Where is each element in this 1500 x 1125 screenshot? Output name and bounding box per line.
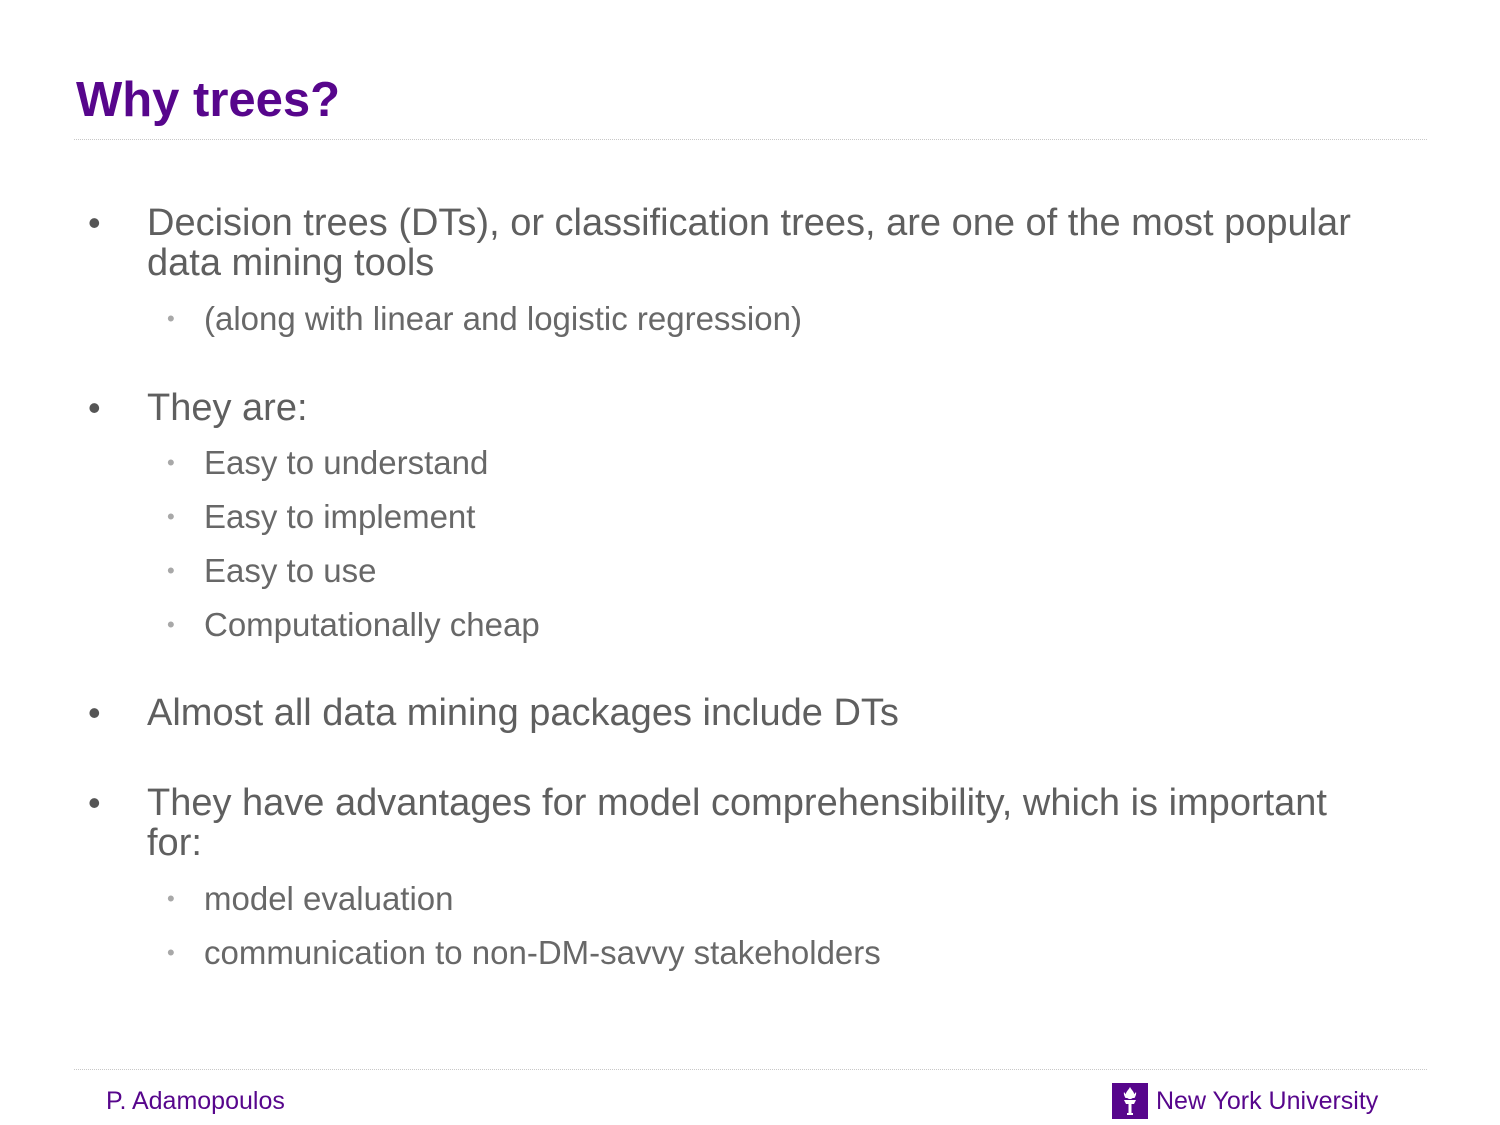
bullet-text: Decision trees (DTs), or classification … [147, 202, 1351, 284]
bullet-dot: • [88, 387, 101, 428]
university-name: New York University [1156, 1087, 1379, 1115]
sub-bullet-text: (along with linear and logistic regressi… [204, 300, 802, 337]
sub-bullet-text: communication to non-DM-savvy stakeholde… [204, 934, 881, 971]
sub-bullet-dot: • [167, 612, 175, 637]
title-divider [74, 139, 1427, 140]
sub-bullet-dot: • [167, 886, 175, 911]
sub-bullet-text: Easy to use [204, 552, 377, 589]
university-logo: New York University [1112, 1082, 1378, 1120]
sub-bullet-text: Computationally cheap [204, 606, 540, 643]
footer-author: P. Adamopoulos [106, 1087, 285, 1115]
bullet-text: They are: [147, 387, 308, 429]
sub-bullet-dot: • [167, 450, 175, 475]
bullet-text: They have advantages for model comprehen… [147, 782, 1327, 864]
sub-bullet-dot: • [167, 306, 175, 331]
sub-bullet-dot: • [167, 558, 175, 583]
footer-divider [74, 1069, 1427, 1070]
sub-bullet-dot: • [167, 504, 175, 529]
sub-bullet-text: Easy to understand [204, 444, 489, 481]
sub-bullet-dot: • [167, 940, 175, 965]
slide-title: Why trees? [76, 73, 341, 127]
bullet-dot: • [88, 692, 101, 733]
bullet-dot: • [88, 202, 101, 243]
sub-bullet-text: model evaluation [204, 880, 454, 917]
torch-icon [1112, 1083, 1148, 1119]
bullet-text: Almost all data mining packages include … [147, 692, 899, 734]
bullet-dot: • [88, 782, 101, 823]
sub-bullet-text: Easy to implement [204, 498, 476, 535]
